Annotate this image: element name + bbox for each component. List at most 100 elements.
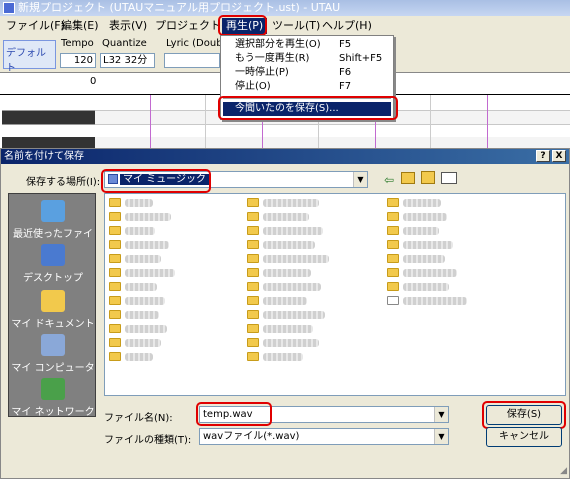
folder-icon xyxy=(109,282,121,291)
menu-play-selection-label: 選択部分を再生(O) xyxy=(235,39,321,50)
menu-stop-label: 停止(O) xyxy=(235,81,271,92)
menu-save-last-played-label: 今聞いたのを保存(S)... xyxy=(235,103,339,114)
place-desktop[interactable]: デスクトップ xyxy=(9,244,97,284)
place-network-label: マイ ネットワーク xyxy=(11,407,95,418)
folder-icon xyxy=(247,296,259,305)
place-computer[interactable]: マイ コンピュータ xyxy=(9,334,97,374)
menu-separator xyxy=(223,98,391,100)
folder-icon xyxy=(109,296,121,305)
folder-icon xyxy=(387,268,399,277)
folder-icon xyxy=(109,212,121,221)
redacted-name xyxy=(403,255,445,263)
filetype-select[interactable]: wavファイル(*.wav) ▼ xyxy=(199,428,449,445)
piano-key-black[interactable] xyxy=(2,137,95,148)
menu-help[interactable]: ヘルプ(H) xyxy=(318,18,376,34)
filetype-label: ファイルの種類(T): xyxy=(104,435,192,446)
place-computer-label: マイ コンピュータ xyxy=(11,363,95,374)
menu-save-last-played[interactable]: 今聞いたのを保存(S)... xyxy=(223,102,391,116)
redacted-name xyxy=(263,241,315,249)
beat-line xyxy=(487,95,488,148)
resize-grip-icon[interactable]: ◢ xyxy=(560,466,567,476)
my-music-folder-icon xyxy=(108,174,118,184)
folder-icon xyxy=(247,212,259,221)
up-folder-icon[interactable] xyxy=(401,172,415,184)
menu-replay-label: もう一度再生(R) xyxy=(235,53,310,64)
folder-icon xyxy=(109,324,121,333)
quantize-select[interactable]: L32 32分 xyxy=(100,53,155,68)
redacted-name xyxy=(403,241,453,249)
folder-icon xyxy=(247,324,259,333)
menu-replay[interactable]: もう一度再生(R) Shift+F5 xyxy=(223,52,391,66)
redacted-name xyxy=(263,255,329,263)
redacted-name xyxy=(403,227,439,235)
save-location-select[interactable]: マイ ミュージック ▼ xyxy=(104,171,368,188)
default-tab[interactable]: デフォルト xyxy=(3,40,56,74)
help-button[interactable]: ? xyxy=(536,150,550,162)
save-button[interactable]: 保存(S) xyxy=(486,405,562,425)
quantize-label: Quantize xyxy=(102,38,147,49)
dialog-title: 名前を付けて保存 xyxy=(4,151,84,162)
folder-icon xyxy=(247,240,259,249)
redacted-name xyxy=(125,213,171,221)
new-folder-icon[interactable] xyxy=(421,171,435,184)
redacted-name xyxy=(263,213,309,221)
ruler-start-number: 0 xyxy=(90,76,97,87)
playback-dropdown-menu: 選択部分を再生(O) F5 もう一度再生(R) Shift+F5 一時停止(P)… xyxy=(220,35,394,120)
redacted-name xyxy=(125,199,153,207)
save-location-value: マイ ミュージック xyxy=(108,173,209,187)
filename-value: temp.wav xyxy=(203,409,253,420)
menu-stop-shortcut: F7 xyxy=(339,81,352,92)
redacted-name xyxy=(263,297,307,305)
folder-icon xyxy=(109,198,121,207)
back-arrow-icon[interactable]: ⇦ xyxy=(384,173,394,187)
filetype-value: wavファイル(*.wav) xyxy=(203,431,300,442)
file-list[interactable] xyxy=(104,193,566,396)
folder-icon xyxy=(109,310,121,319)
chevron-down-icon[interactable]: ▼ xyxy=(353,172,367,187)
folder-icon xyxy=(387,240,399,249)
place-network[interactable]: マイ ネットワーク xyxy=(9,378,97,418)
place-documents[interactable]: マイ ドキュメント xyxy=(9,290,97,330)
view-menu-icon[interactable] xyxy=(441,172,457,184)
piano-key-black[interactable] xyxy=(2,111,95,125)
folder-icon xyxy=(247,226,259,235)
app-icon xyxy=(3,2,15,14)
folder-icon xyxy=(247,352,259,361)
folder-icon xyxy=(109,268,121,277)
redacted-name xyxy=(125,241,169,249)
menu-play-selection[interactable]: 選択部分を再生(O) F5 xyxy=(223,38,391,52)
chevron-down-icon[interactable]: ▼ xyxy=(434,407,448,422)
redacted-name xyxy=(125,325,167,333)
piano-key-white[interactable] xyxy=(2,97,95,111)
tempo-input[interactable]: 120 xyxy=(60,53,96,68)
filename-input[interactable]: temp.wav ▼ xyxy=(199,406,449,423)
redacted-name xyxy=(403,283,449,291)
folder-icon xyxy=(247,268,259,277)
chevron-down-icon[interactable]: ▼ xyxy=(434,429,448,444)
close-button[interactable]: X xyxy=(552,150,566,162)
menu-view[interactable]: 表示(V) xyxy=(105,18,151,34)
menu-stop[interactable]: 停止(O) F7 xyxy=(223,80,391,94)
grid-row xyxy=(95,137,570,148)
redacted-name xyxy=(263,227,323,235)
redacted-name xyxy=(403,297,467,305)
redacted-name xyxy=(125,255,161,263)
lyric-input[interactable] xyxy=(164,53,220,68)
redacted-name xyxy=(263,339,319,347)
folder-icon xyxy=(109,254,121,263)
places-bar: 最近使ったファイル デスクトップ マイ ドキュメント マイ コンピュータ マイ … xyxy=(8,193,97,418)
redacted-name xyxy=(263,325,313,333)
redacted-name xyxy=(263,269,311,277)
menu-pause[interactable]: 一時停止(P) F6 xyxy=(223,66,391,80)
menu-tools[interactable]: ツール(T) xyxy=(268,18,324,34)
menu-edit[interactable]: 編集(E) xyxy=(57,18,103,34)
redacted-name xyxy=(125,269,175,277)
menu-playback[interactable]: 再生(P) xyxy=(222,18,268,34)
folder-icon xyxy=(247,310,259,319)
cancel-button[interactable]: キャンセル xyxy=(486,427,562,447)
main-title-bar: 新規プロジェクト (UTAUマニュアル用プロジェクト.ust) - UTAU xyxy=(0,0,570,16)
redacted-name xyxy=(125,339,161,347)
documents-folder-icon xyxy=(41,290,65,312)
file-icon xyxy=(387,296,399,305)
folder-icon xyxy=(247,338,259,347)
